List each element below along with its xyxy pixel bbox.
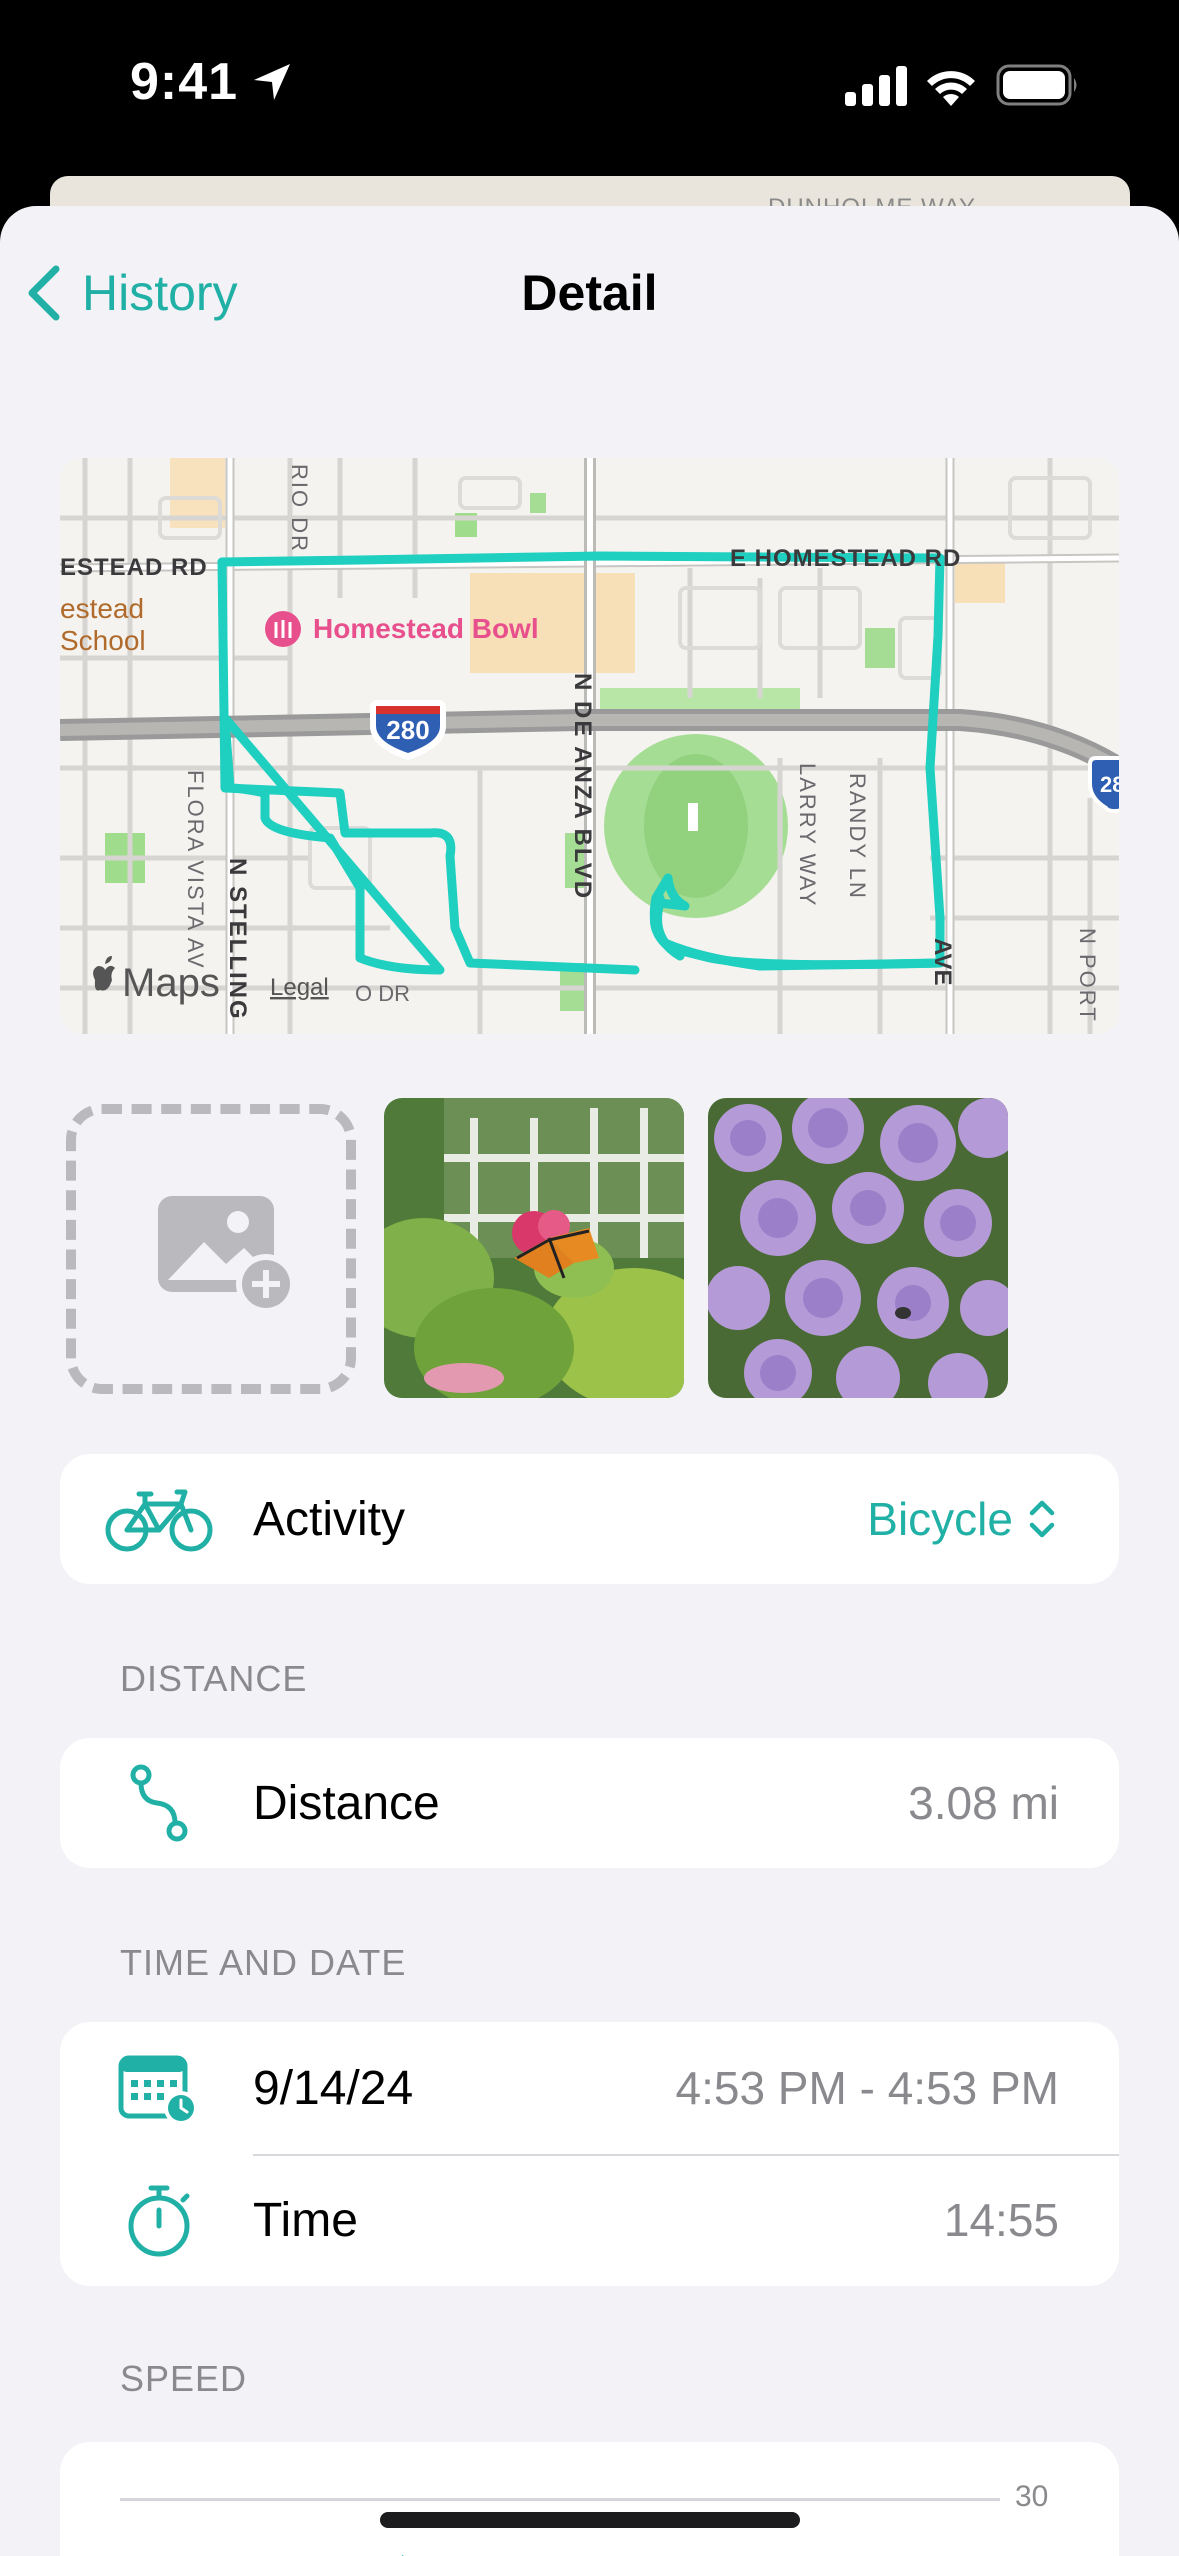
svg-text:28: 28 <box>1100 772 1119 797</box>
map-label-randy-ln: RANDY LN <box>845 773 870 900</box>
battery-icon <box>996 64 1077 106</box>
map-label-homestead-bowl: Homestead Bowl <box>313 613 539 644</box>
add-photo-button[interactable] <box>66 1104 356 1394</box>
activity-picker[interactable]: Bicycle <box>867 1492 1059 1546</box>
map-label-stelling: N STELLING <box>224 858 251 1021</box>
navigation-bar: History Detail <box>0 206 1179 376</box>
speed-axis-max-label: 30 <box>1015 2480 1049 2513</box>
location-arrow-icon <box>254 64 290 100</box>
map-label-rio-dr: RIO DR <box>287 464 312 553</box>
map-canvas: 280 28 ESTEAD RD E HOMESTEAD RD estead S… <box>60 458 1119 1034</box>
activity-row[interactable]: Activity Bicycle <box>60 1454 1119 1584</box>
activity-label: Activity <box>253 1492 406 1546</box>
wifi-icon <box>927 71 975 106</box>
route-map[interactable]: 280 28 ESTEAD RD E HOMESTEAD RD estead S… <box>60 458 1119 1034</box>
distance-section-header: DISTANCE <box>120 1658 308 1699</box>
status-time: 9:41 <box>130 53 239 111</box>
map-label-ave: AVE <box>929 938 956 986</box>
activity-value: Bicycle <box>867 1493 1013 1545</box>
bicycle-icon <box>104 1479 214 1559</box>
map-legal-link: Legal <box>270 974 329 1001</box>
activity-card: Activity Bicycle <box>60 1454 1119 1584</box>
photo-strip <box>60 1098 1119 1408</box>
map-label-e-homestead-rd: E HOMESTEAD RD <box>730 545 961 572</box>
map-label-school-2: School <box>60 625 146 656</box>
speed-gridline <box>120 2498 1000 2501</box>
route-icon <box>104 1763 214 1843</box>
speed-section-header: SPEED <box>120 2358 248 2399</box>
chevron-up-down-icon <box>1029 1500 1055 1538</box>
map-label-larry-way: LARRY WAY <box>795 763 820 907</box>
speed-chart-card: 30 <box>60 2442 1119 2556</box>
map-label-o-dr: O DR <box>355 981 410 1006</box>
time-date-section-header: TIME AND DATE <box>120 1942 407 1983</box>
map-label-school-1: estead <box>60 593 144 624</box>
highway-280-label: 280 <box>386 715 429 745</box>
map-label-flora-vista: FLORA VISTA AV <box>183 770 208 970</box>
photo-thumbnail-allium[interactable] <box>708 1098 1008 1398</box>
distance-row: Distance 3.08 mi <box>60 1738 1119 1868</box>
time-date-card: 9/14/24 4:53 PM - 4:53 PM Time 14:55 <box>60 2022 1119 2286</box>
duration-value: 14:55 <box>943 2194 1059 2246</box>
time-range-value: 4:53 PM - 4:53 PM <box>675 2062 1060 2114</box>
stopwatch-icon <box>104 2180 214 2260</box>
add-photo-icon <box>158 1196 294 1312</box>
distance-label: Distance <box>253 1776 440 1830</box>
speed-line-segment <box>401 2554 404 2556</box>
status-bar: 9:41 <box>0 0 1179 175</box>
distance-value: 3.08 mi <box>908 1777 1059 1829</box>
time-label: Time <box>253 2193 358 2247</box>
map-label-homestead-rd: ESTEAD RD <box>60 554 208 581</box>
date-row[interactable]: 9/14/24 4:53 PM - 4:53 PM <box>60 2022 1119 2154</box>
page-title: Detail <box>521 265 658 321</box>
home-indicator[interactable] <box>380 2512 800 2528</box>
date-label: 9/14/24 <box>253 2061 414 2115</box>
apple-maps-attribution: Maps <box>122 961 220 1005</box>
map-label-portal: N PORT <box>1075 928 1100 1023</box>
butterfly-garden-photo <box>384 1098 684 1398</box>
detail-sheet: History Detail 280 28 ESTEAD RD E HOMEST… <box>0 206 1179 2556</box>
cellular-signal-icon <box>845 66 907 106</box>
allium-flowers-photo <box>708 1098 1008 1398</box>
duration-row: Time 14:55 <box>60 2154 1119 2286</box>
calendar-clock-icon <box>104 2048 214 2128</box>
photo-thumbnail-butterfly[interactable] <box>384 1098 684 1398</box>
map-label-de-anza: N DE ANZA BLVD <box>569 673 596 900</box>
distance-card: Distance 3.08 mi <box>60 1738 1119 1868</box>
